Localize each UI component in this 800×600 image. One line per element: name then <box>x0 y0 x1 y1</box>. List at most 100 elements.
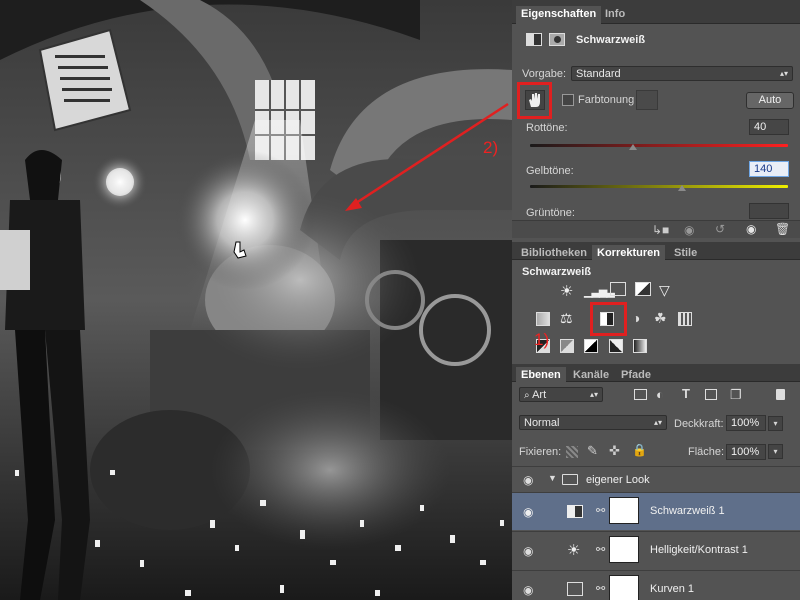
visibility-eye-icon[interactable]: ◉ <box>523 583 533 597</box>
lock-position-icon[interactable]: ✜ <box>609 443 620 459</box>
adjustments-tabbar: Bibliotheken Korrekturen Stile <box>512 242 800 260</box>
link-icon[interactable]: ⚯ <box>596 543 605 557</box>
disclosure-triangle-icon[interactable]: ▼ <box>548 473 557 483</box>
layer-mask-thumbnail[interactable] <box>609 497 639 524</box>
layers-panel: Ebenen Kanäle Pfade ⌕ Art ▴▾ ◐ T ❐ Norma… <box>512 364 800 600</box>
adjustments-header: Schwarzweiß <box>522 266 592 278</box>
slider-rottoene-thumb[interactable] <box>629 144 638 150</box>
blend-mode-dropdown[interactable]: Normal ▴▾ <box>519 415 667 430</box>
chevron-down-icon[interactable]: ▾ <box>768 444 783 459</box>
chevron-updown-icon: ▴▾ <box>779 69 788 78</box>
slider-gelbtoene-thumb[interactable] <box>678 185 687 191</box>
visibility-eye-icon[interactable]: ◉ <box>523 544 533 558</box>
vibrance-icon[interactable]: ▽ <box>659 282 670 299</box>
right-panel-dock: Eigenschaften Info Schwarzweiß Vorgabe: … <box>512 0 800 600</box>
adjustments-panel: Bibliotheken Korrekturen Stile Schwarzwe… <box>512 242 800 362</box>
posterize-icon[interactable] <box>560 339 574 353</box>
reset-icon[interactable]: ↺ <box>715 222 725 236</box>
color-lookup-icon[interactable] <box>678 312 692 326</box>
properties-tabbar: Eigenschaften Info <box>512 0 800 24</box>
channel-mixer-icon[interactable]: ☘ <box>654 310 667 327</box>
mask-icon[interactable] <box>549 33 565 46</box>
tint-label: Farbtonung <box>578 94 635 106</box>
slider-rottoene-label: Rottöne: <box>526 122 568 134</box>
industrial-scene-photo <box>0 0 512 600</box>
hue-saturation-icon[interactable] <box>536 312 550 326</box>
color-balance-icon[interactable]: ⚖ <box>560 310 573 327</box>
layer-mask-thumbnail[interactable] <box>609 575 639 600</box>
photo-filter-icon[interactable]: ◑ <box>632 310 640 326</box>
filter-type-icon[interactable]: T <box>682 386 690 401</box>
tab-eigenschaften[interactable]: Eigenschaften <box>516 6 602 24</box>
tab-bibliotheken[interactable]: Bibliotheken <box>516 245 592 260</box>
link-icon[interactable]: ⚯ <box>596 504 605 518</box>
group-name: eigener Look <box>586 474 650 486</box>
gradient-map-icon[interactable] <box>633 339 647 353</box>
layer-name: Schwarzweiß 1 <box>650 505 725 517</box>
properties-footer: ↳■ ◉ ↺ ◉ 🗑 <box>512 220 800 238</box>
tint-checkbox[interactable] <box>562 94 574 106</box>
filter-smartobject-icon[interactable]: ❐ <box>730 387 742 403</box>
adjustment-layer-icon <box>526 33 542 46</box>
selective-color-icon[interactable] <box>609 339 623 353</box>
fill-label: Fläche: <box>688 446 725 458</box>
opacity-label: Deckkraft: <box>674 418 724 430</box>
document-canvas[interactable]: 2) <box>0 0 512 600</box>
lock-image-icon[interactable]: ✎ <box>587 443 598 459</box>
layer-filter-dropdown[interactable]: ⌕ Art ▴▾ <box>519 387 603 402</box>
tint-color-swatch[interactable] <box>636 90 658 110</box>
annotation-step-1: 1) <box>534 330 550 349</box>
brightness-contrast-icon[interactable]: ☀ <box>560 282 573 300</box>
chevron-down-icon[interactable]: ▾ <box>768 416 783 431</box>
visibility-eye-icon[interactable]: ◉ <box>523 505 533 519</box>
clip-to-layer-icon[interactable]: ↳■ <box>652 223 669 237</box>
visibility-eye-icon[interactable]: ◉ <box>746 222 756 236</box>
preset-value: Standard <box>576 68 621 80</box>
filter-adjustment-icon[interactable]: ◐ <box>656 387 664 402</box>
tab-kanaele[interactable]: Kanäle <box>568 367 614 382</box>
chevron-updown-icon: ▴▾ <box>653 418 662 427</box>
filter-toggle[interactable] <box>776 389 785 400</box>
trash-icon[interactable]: 🗑 <box>775 222 790 236</box>
tab-stile[interactable]: Stile <box>669 245 702 260</box>
preset-dropdown[interactable]: Standard ▴▾ <box>571 66 793 81</box>
visibility-eye-icon[interactable]: ◉ <box>523 473 533 487</box>
layer-row-helligkeit[interactable]: ◉ ☀ ⚯ Helligkeit/Kontrast 1 <box>512 531 800 569</box>
annotation-highlight-hand <box>517 82 552 119</box>
slider-gelbtoene-value[interactable]: 140 <box>749 161 789 177</box>
auto-button-label: Auto <box>758 94 782 106</box>
threshold-icon[interactable] <box>584 339 598 353</box>
layer-mask-thumbnail[interactable] <box>609 536 639 563</box>
link-icon[interactable]: ⚯ <box>596 582 605 596</box>
fill-value[interactable]: 100% <box>726 444 766 460</box>
annotation-step-2: 2) <box>483 138 499 157</box>
fix-label: Fixieren: <box>519 446 562 458</box>
filter-pixel-icon[interactable] <box>634 389 647 400</box>
lock-transparency-icon[interactable] <box>566 446 578 458</box>
filter-kind-value: Art <box>532 389 547 401</box>
layer-row-schwarzweiss[interactable]: ◉ ⚯ Schwarzweiß 1 <box>512 492 800 530</box>
tab-info[interactable]: Info <box>600 6 630 24</box>
opacity-value[interactable]: 100% <box>726 415 766 431</box>
tab-ebenen[interactable]: Ebenen <box>516 367 566 382</box>
slider-gelbtoene-track[interactable] <box>530 185 788 188</box>
filter-shape-icon[interactable] <box>705 389 717 400</box>
properties-title: Schwarzweiß <box>576 34 646 46</box>
layer-group-row[interactable]: ◉ ▼ eigener Look <box>512 466 800 492</box>
auto-button[interactable]: Auto <box>746 92 794 109</box>
view-previous-icon[interactable]: ◉ <box>684 223 694 237</box>
curves-icon[interactable] <box>610 282 626 296</box>
slider-gruentoene-value[interactable] <box>749 203 789 219</box>
layer-row-kurven[interactable]: ◉ ⚯ Kurven 1 <box>512 570 800 600</box>
preset-label: Vorgabe: <box>522 68 567 80</box>
tab-pfade[interactable]: Pfade <box>616 367 656 382</box>
curves-icon <box>567 582 583 596</box>
annotation-highlight-bw <box>590 302 627 336</box>
lock-all-icon[interactable]: 🔒 <box>632 443 647 457</box>
layer-name: Kurven 1 <box>650 583 695 595</box>
slider-rottoene-value[interactable]: 40 <box>749 119 789 135</box>
black-white-icon <box>567 505 583 518</box>
exposure-icon[interactable] <box>635 282 651 296</box>
tab-korrekturen[interactable]: Korrekturen <box>592 245 665 260</box>
slider-rottoene-track[interactable] <box>530 144 788 147</box>
